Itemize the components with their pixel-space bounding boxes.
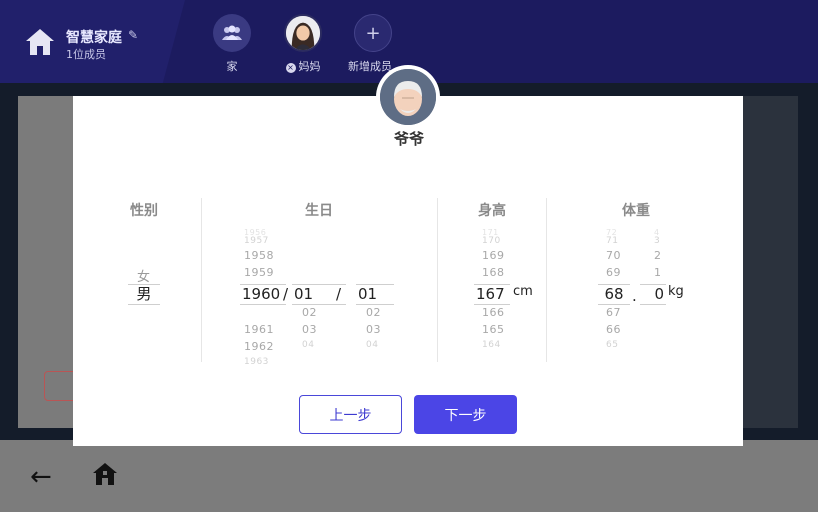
back-arrow-icon[interactable]: ← bbox=[30, 462, 52, 492]
next-step-button[interactable]: 下一步 bbox=[414, 395, 517, 434]
weight-option[interactable]: 69 bbox=[606, 266, 621, 279]
day-selected[interactable]: 01 bbox=[356, 284, 394, 305]
month-option[interactable]: 02 bbox=[302, 306, 317, 319]
remove-icon[interactable]: × bbox=[285, 63, 296, 73]
weight-title: 体重 bbox=[622, 203, 650, 219]
plus-icon: + bbox=[354, 14, 392, 52]
year-option[interactable]: 1957 bbox=[244, 236, 269, 246]
day-option[interactable]: 04 bbox=[366, 340, 378, 350]
family-name: 智慧家庭 bbox=[66, 30, 122, 46]
gender-title: 性别 bbox=[130, 203, 158, 219]
weight-option[interactable]: 67 bbox=[606, 306, 621, 319]
home-icon bbox=[26, 29, 54, 55]
height-option[interactable]: 168 bbox=[482, 266, 505, 279]
month-option[interactable]: 04 bbox=[302, 340, 314, 350]
weight-unit: kg bbox=[668, 284, 684, 299]
year-option[interactable]: 1959 bbox=[244, 266, 274, 279]
group-icon bbox=[213, 14, 251, 52]
mom-avatar bbox=[284, 14, 322, 52]
column-divider bbox=[546, 198, 547, 362]
decimal-point: . bbox=[632, 287, 637, 305]
member-home[interactable]: 家 bbox=[212, 14, 252, 74]
height-option[interactable]: 169 bbox=[482, 249, 505, 262]
weight-int-selected[interactable]: 68 bbox=[598, 284, 630, 305]
day-option[interactable]: 03 bbox=[366, 323, 381, 336]
year-option[interactable]: 1962 bbox=[244, 340, 274, 353]
weight-option[interactable]: 70 bbox=[606, 249, 621, 262]
height-option[interactable]: 164 bbox=[482, 340, 501, 350]
weight-decimal-selected[interactable]: 0 bbox=[640, 284, 666, 305]
weight-option[interactable]: 65 bbox=[606, 340, 618, 350]
gender-selected[interactable]: 男 bbox=[128, 284, 160, 305]
member-label: 妈妈 bbox=[298, 60, 321, 73]
weight-decimal-option[interactable]: 2 bbox=[654, 249, 662, 262]
height-option[interactable]: 170 bbox=[482, 236, 501, 246]
member-mom[interactable]: × 妈妈 bbox=[283, 14, 323, 74]
date-separator: / bbox=[336, 285, 342, 303]
weight-decimal-option[interactable]: 1 bbox=[654, 266, 662, 279]
edit-icon[interactable]: ✎ bbox=[128, 28, 138, 42]
bottom-bar bbox=[0, 440, 818, 512]
year-option[interactable]: 1963 bbox=[244, 357, 269, 367]
height-option[interactable]: 165 bbox=[482, 323, 505, 336]
grandpa-avatar bbox=[376, 65, 440, 129]
home-icon[interactable] bbox=[92, 461, 118, 487]
height-option[interactable]: 166 bbox=[482, 306, 505, 319]
weight-option[interactable]: 66 bbox=[606, 323, 621, 336]
gender-option[interactable]: 女 bbox=[137, 266, 151, 285]
height-selected[interactable]: 167 bbox=[474, 284, 510, 305]
column-divider bbox=[201, 198, 202, 362]
year-selected[interactable]: 1960 bbox=[240, 284, 286, 305]
month-option[interactable]: 03 bbox=[302, 323, 317, 336]
date-separator: / bbox=[283, 285, 289, 303]
birthday-title: 生日 bbox=[305, 203, 333, 219]
member-label: 新增成员 bbox=[348, 60, 392, 73]
year-option[interactable]: 1961 bbox=[244, 323, 274, 336]
family-count: 1位成员 bbox=[66, 48, 106, 61]
weight-decimal-option[interactable]: 3 bbox=[654, 236, 660, 246]
member-label: 家 bbox=[226, 60, 238, 73]
year-option[interactable]: 1958 bbox=[244, 249, 274, 262]
person-name: 爷爷 bbox=[393, 130, 424, 148]
height-title: 身高 bbox=[478, 203, 506, 219]
column-divider bbox=[437, 198, 438, 362]
day-option[interactable]: 02 bbox=[366, 306, 381, 319]
height-unit: cm bbox=[513, 284, 533, 299]
weight-option[interactable]: 71 bbox=[606, 236, 618, 246]
previous-step-button[interactable]: 上一步 bbox=[299, 395, 402, 434]
add-member-button[interactable]: + 新增成员 bbox=[348, 14, 393, 74]
